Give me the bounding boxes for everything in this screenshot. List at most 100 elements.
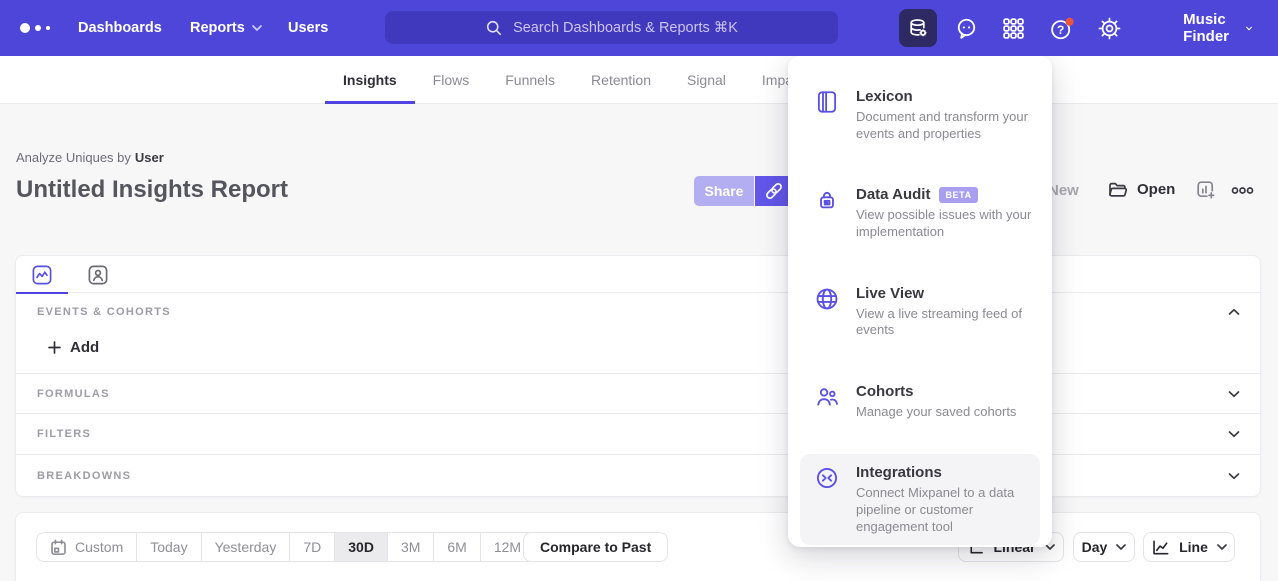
- section-filters[interactable]: FILTERS: [16, 414, 1260, 455]
- range-6m[interactable]: 6M: [434, 533, 480, 561]
- range-3m[interactable]: 3M: [388, 533, 434, 561]
- messages-button[interactable]: [955, 17, 979, 41]
- chevron-down-icon: [1246, 25, 1252, 32]
- chart-type-select[interactable]: Line: [1143, 532, 1235, 562]
- tab-flows[interactable]: Flows: [415, 56, 488, 104]
- share-button[interactable]: Share: [694, 176, 754, 206]
- new-report-button[interactable]: New: [1048, 182, 1079, 199]
- search-placeholder: Search Dashboards & Reports ⌘K: [513, 20, 738, 36]
- svg-text:?: ?: [1057, 23, 1064, 37]
- chevron-down-icon[interactable]: [1228, 390, 1240, 398]
- range-custom-label: Custom: [75, 539, 123, 555]
- range-yesterday[interactable]: Yesterday: [202, 533, 291, 561]
- line-chart-icon: [1151, 538, 1170, 557]
- section-breakdowns[interactable]: BREAKDOWNS: [16, 455, 1260, 496]
- breakdowns-label: BREAKDOWNS: [37, 470, 131, 482]
- share-button-group: Share: [694, 176, 793, 206]
- tab-signal-label: Signal: [687, 72, 726, 88]
- range-7d[interactable]: 7D: [290, 533, 335, 561]
- project-switcher[interactable]: Music Finder: [1183, 0, 1252, 56]
- tab-events-chart[interactable]: [16, 256, 68, 293]
- users-icon: [814, 384, 840, 410]
- integrations-desc: Connect Mixpanel to a data pipeline or c…: [856, 485, 1032, 535]
- range-30d[interactable]: 30D: [335, 533, 388, 561]
- compare-to-past-button[interactable]: Compare to Past: [523, 532, 668, 562]
- settings-gear-icon: [1098, 17, 1121, 40]
- page-title[interactable]: Untitled Insights Report: [16, 176, 288, 204]
- search-icon: [485, 19, 503, 37]
- chevron-down-icon: [252, 25, 262, 31]
- profile-tab-icon: [88, 265, 108, 285]
- calendar-icon: [50, 539, 67, 556]
- tab-retention[interactable]: Retention: [573, 56, 669, 104]
- eyebrow-label: Analyze Uniques by: [16, 150, 131, 165]
- tab-signal[interactable]: Signal: [669, 56, 744, 104]
- globe-icon: [814, 286, 840, 312]
- menu-item-text: Data Audit BETA View possible issues wit…: [856, 186, 1032, 240]
- date-range-control: Custom Today Yesterday 7D 30D 3M 6M 12M: [36, 532, 535, 562]
- events-cohorts-label: EVENTS & COHORTS: [37, 306, 171, 318]
- nav-reports[interactable]: Reports: [190, 0, 262, 56]
- eyebrow-value[interactable]: User: [135, 150, 164, 165]
- range-today[interactable]: Today: [137, 533, 201, 561]
- open-report-button[interactable]: Open: [1107, 179, 1175, 200]
- report-tabbar: Insights Flows Funnels Retention Signal …: [0, 56, 1278, 104]
- sync-icon: [814, 465, 840, 491]
- range-30d-label: 30D: [348, 539, 374, 555]
- mixpanel-logo-icon[interactable]: [20, 0, 50, 56]
- chevron-up-icon[interactable]: [1228, 308, 1240, 316]
- chevron-down-icon: [1116, 544, 1126, 550]
- data-management-menu: Lexicon Document and transform your even…: [788, 56, 1052, 547]
- menu-item-data-audit[interactable]: Data Audit BETA View possible issues wit…: [800, 176, 1040, 250]
- more-options-button[interactable]: [1231, 186, 1254, 195]
- data-audit-title: Data Audit: [856, 186, 930, 203]
- menu-item-cohorts[interactable]: Cohorts Manage your saved cohorts: [800, 373, 1040, 431]
- chart-toolbar-card: Custom Today Yesterday 7D 30D 3M 6M 12M …: [15, 512, 1261, 581]
- interval-select[interactable]: Day: [1073, 532, 1135, 562]
- book-icon: [814, 89, 840, 115]
- lexicon-desc: Document and transform your events and p…: [856, 109, 1032, 142]
- menu-item-lexicon[interactable]: Lexicon Document and transform your even…: [800, 78, 1040, 152]
- chevron-down-icon[interactable]: [1228, 430, 1240, 438]
- filters-label: FILTERS: [37, 428, 91, 440]
- menu-item-integrations[interactable]: Integrations Connect Mixpanel to a data …: [800, 454, 1040, 545]
- data-audit-desc: View possible issues with your implement…: [856, 207, 1032, 240]
- apps-grid-icon: [1002, 17, 1025, 40]
- tab-insights[interactable]: Insights: [325, 56, 415, 104]
- tab-funnels-label: Funnels: [505, 72, 555, 88]
- nav-dashboards-label: Dashboards: [78, 20, 162, 36]
- section-formulas[interactable]: FORMULAS: [16, 373, 1260, 414]
- live-view-desc: View a live streaming feed of events: [856, 306, 1032, 339]
- nav-users[interactable]: Users: [288, 0, 328, 56]
- data-management-button[interactable]: [899, 9, 937, 47]
- tab-flows-label: Flows: [433, 72, 470, 88]
- range-3m-label: 3M: [401, 539, 420, 555]
- tab-insights-label: Insights: [343, 72, 397, 88]
- add-to-board-button[interactable]: [1196, 180, 1216, 200]
- range-12m-label: 12M: [494, 539, 521, 555]
- apps-grid-button[interactable]: [1002, 17, 1026, 41]
- line-chart-tab-icon: [32, 265, 52, 285]
- add-to-board-icon: [1196, 180, 1216, 200]
- integrations-title: Integrations: [856, 464, 942, 481]
- link-icon: [763, 180, 785, 202]
- plus-icon: [48, 341, 61, 354]
- tab-user-profiles[interactable]: [72, 256, 124, 293]
- menu-item-text: Integrations Connect Mixpanel to a data …: [856, 464, 1032, 535]
- nav-dashboards[interactable]: Dashboards: [78, 0, 162, 56]
- project-name: Music Finder: [1183, 11, 1234, 45]
- data-management-icon: [907, 17, 929, 39]
- search-input[interactable]: Search Dashboards & Reports ⌘K: [385, 11, 838, 44]
- compare-label: Compare to Past: [540, 539, 651, 555]
- chevron-down-icon[interactable]: [1228, 472, 1240, 480]
- lock-icon: [814, 187, 840, 213]
- add-event-button[interactable]: Add: [48, 339, 99, 356]
- menu-item-live-view[interactable]: Live View View a live streaming feed of …: [800, 275, 1040, 349]
- help-button[interactable]: ?: [1049, 17, 1073, 41]
- section-events-cohorts[interactable]: EVENTS & COHORTS: [16, 293, 1260, 331]
- range-custom[interactable]: Custom: [37, 533, 137, 561]
- tab-funnels[interactable]: Funnels: [487, 56, 573, 104]
- settings-button[interactable]: [1098, 17, 1122, 41]
- nav-users-label: Users: [288, 20, 328, 36]
- messages-icon: [955, 17, 978, 40]
